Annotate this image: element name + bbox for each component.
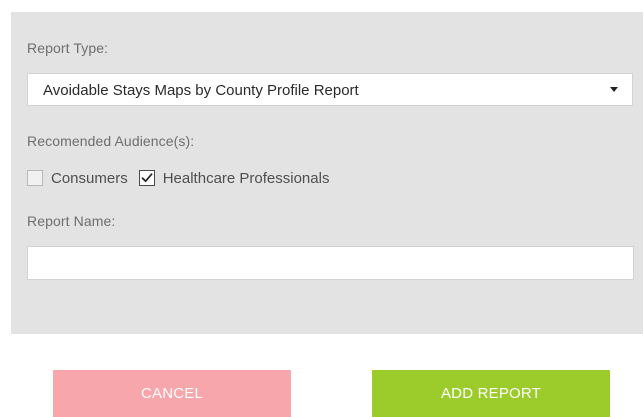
add-report-button[interactable]: ADD REPORT (372, 370, 610, 417)
report-type-select[interactable]: Avoidable Stays Maps by County Profile R… (27, 73, 633, 106)
consumers-checkbox[interactable] (27, 170, 43, 186)
consumers-checkbox-label: Consumers (51, 169, 128, 187)
audience-label: Recomended Audience(s): (27, 133, 195, 149)
audience-option-healthcare-professionals[interactable]: Healthcare Professionals (138, 169, 330, 187)
report-type-selected-value: Avoidable Stays Maps by County Profile R… (43, 82, 359, 99)
checkmark-icon (141, 173, 153, 183)
report-type-label: Report Type: (27, 40, 109, 56)
audience-option-consumers[interactable]: Consumers (27, 170, 128, 187)
audience-checkbox-group: Consumers Healthcare Professionals (27, 166, 329, 190)
healthcare-professionals-checkbox-label: Healthcare Professionals (162, 169, 330, 187)
report-name-label: Report Name: (27, 213, 116, 229)
report-name-input[interactable] (27, 246, 634, 280)
caret-down-icon (610, 87, 618, 92)
healthcare-professionals-checkbox[interactable] (138, 170, 155, 186)
report-form-panel: Report Type: Avoidable Stays Maps by Cou… (11, 12, 643, 334)
cancel-button[interactable]: CANCEL (53, 370, 291, 417)
